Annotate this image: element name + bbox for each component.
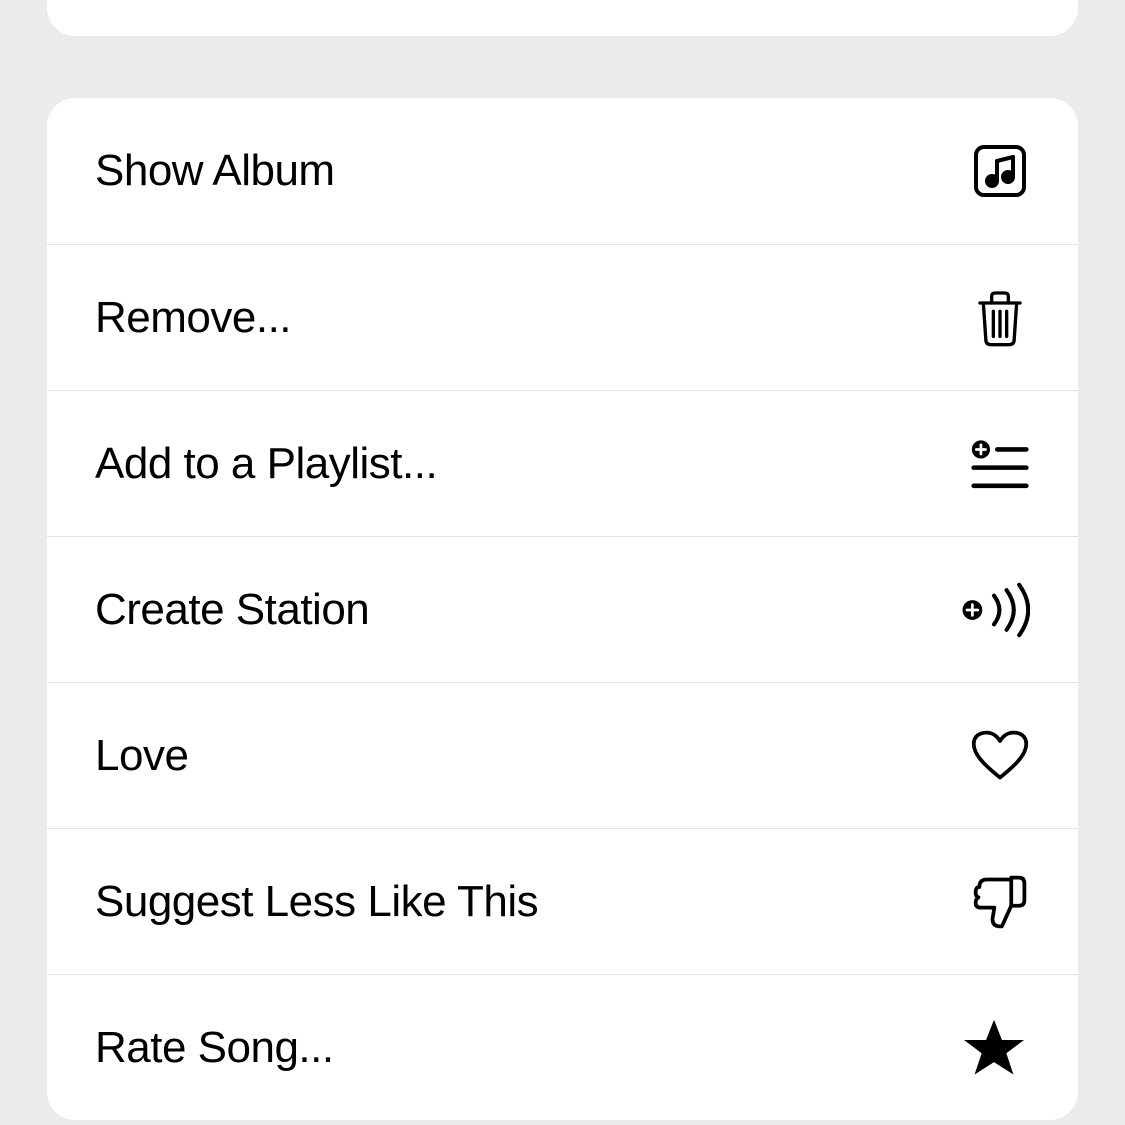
create-station-label: Create Station (95, 585, 369, 635)
trash-icon (970, 288, 1030, 348)
heart-icon (970, 726, 1030, 786)
add-to-playlist-item[interactable]: Add to a Playlist... (47, 390, 1078, 536)
menu-group-share: Share (47, 0, 1078, 36)
music-album-icon (970, 141, 1030, 201)
add-to-playlist-label: Add to a Playlist... (95, 439, 437, 489)
menu-group-main: Show Album Remove... A (47, 98, 1078, 1120)
love-label: Love (95, 731, 188, 781)
suggest-less-label: Suggest Less Like This (95, 877, 538, 927)
love-item[interactable]: Love (47, 682, 1078, 828)
remove-label: Remove... (95, 293, 291, 343)
rate-song-item[interactable]: Rate Song... (47, 974, 1078, 1120)
show-album-item[interactable]: Show Album (47, 98, 1078, 244)
broadcast-icon (958, 580, 1030, 640)
rate-song-label: Rate Song... (95, 1023, 334, 1073)
thumbs-down-icon (970, 872, 1030, 932)
create-station-item[interactable]: Create Station (47, 536, 1078, 682)
add-playlist-icon (970, 434, 1030, 494)
suggest-less-item[interactable]: Suggest Less Like This (47, 828, 1078, 974)
share-item[interactable]: Share (47, 0, 1078, 36)
star-icon (958, 1018, 1030, 1078)
show-album-label: Show Album (95, 146, 335, 196)
remove-item[interactable]: Remove... (47, 244, 1078, 390)
